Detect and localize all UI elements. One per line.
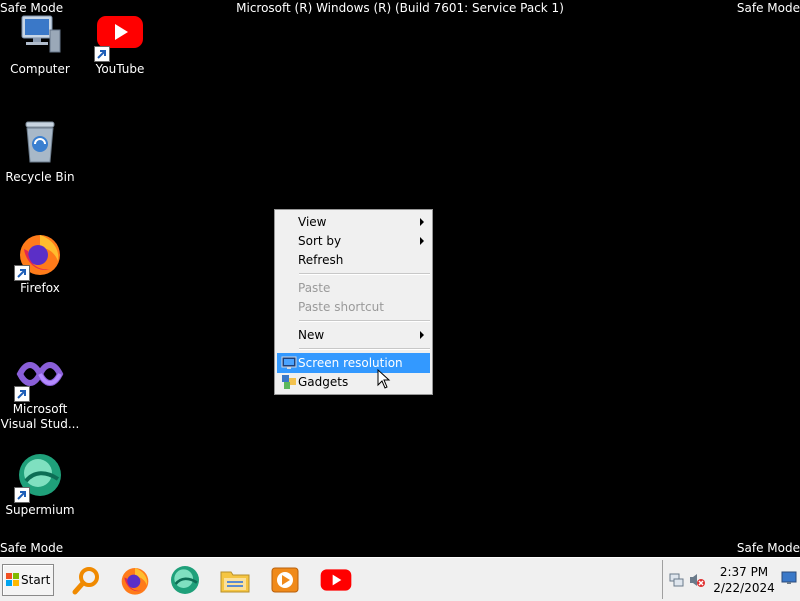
menu-item-new[interactable]: New	[277, 325, 430, 345]
show-desktop-icon[interactable]	[781, 570, 797, 586]
desktop-icon-label-line: Microsoft	[12, 402, 68, 416]
desktop-icon-label: Supermium	[5, 503, 75, 517]
menu-separator	[299, 273, 430, 275]
submenu-arrow-icon	[420, 237, 424, 245]
windows-flag-icon	[6, 573, 20, 590]
network-icon[interactable]	[669, 572, 685, 588]
file-explorer-icon	[220, 571, 250, 593]
desktop-icon-label: Recycle Bin	[5, 170, 75, 184]
start-label: Start	[21, 573, 51, 587]
desktop-icon-firefox[interactable]: Firefox	[0, 229, 80, 296]
gadgets-icon	[281, 374, 297, 390]
desktop-context-menu: View Sort by Refresh Paste Paste shortcu…	[274, 209, 433, 395]
supermium-icon	[171, 566, 199, 594]
taskbar-clock[interactable]: 2:37 PM 2/22/2024	[707, 564, 781, 596]
taskbar-media-player[interactable]	[269, 564, 301, 596]
desktop-icon-youtube[interactable]: YouTube	[80, 10, 160, 77]
taskbar-search-magnifier[interactable]	[71, 564, 103, 596]
submenu-arrow-icon	[420, 218, 424, 226]
taskbar-supermium[interactable]	[169, 564, 201, 596]
menu-item-paste[interactable]: Paste	[277, 278, 430, 298]
desktop-icon-computer[interactable]: Computer	[0, 10, 80, 77]
mouse-cursor-icon	[377, 368, 391, 393]
menu-item-label: Gadgets	[298, 375, 349, 389]
menu-item-gadgets[interactable]: Gadgets	[277, 372, 430, 392]
shortcut-arrow-icon	[94, 46, 110, 62]
clock-date: 2/22/2024	[713, 581, 775, 595]
taskbar-file-explorer[interactable]	[219, 564, 251, 596]
shortcut-arrow-icon	[14, 265, 30, 281]
desktop-icon-label: YouTube	[95, 62, 145, 76]
computer-icon	[16, 10, 64, 58]
menu-item-paste-shortcut[interactable]: Paste shortcut	[277, 297, 430, 317]
menu-item-sort-by[interactable]: Sort by	[277, 231, 430, 251]
visual-studio-icon	[14, 350, 64, 402]
menu-separator	[299, 348, 430, 350]
menu-item-label: View	[298, 215, 327, 229]
menu-item-label: New	[298, 328, 325, 342]
start-button[interactable]: Start	[2, 564, 54, 596]
desktop-icon-visual-studio[interactable]: Microsoft Visual Stud...	[0, 350, 80, 432]
desktop-icon-supermium[interactable]: Supermium	[0, 451, 80, 518]
firefox-icon	[14, 229, 64, 281]
menu-item-refresh[interactable]: Refresh	[277, 250, 430, 270]
clock-time: 2:37 PM	[719, 565, 769, 579]
system-tray: 2:37 PM 2/22/2024	[662, 560, 800, 599]
volume-muted-icon[interactable]	[689, 572, 705, 588]
menu-item-label: Paste	[298, 281, 331, 295]
taskbar: Start 2:37 PM 2/22/2024	[0, 557, 800, 601]
submenu-arrow-icon	[420, 331, 424, 339]
menu-item-label: Paste shortcut	[298, 300, 384, 314]
taskbar-youtube[interactable]	[319, 564, 352, 596]
youtube-icon	[320, 569, 352, 591]
search-magnifier-icon	[72, 567, 99, 595]
menu-item-label: Sort by	[298, 234, 342, 248]
desktop-icon-label: Microsoft Visual Stud...	[0, 402, 80, 432]
menu-item-screen-resolution[interactable]: Screen resolution	[277, 353, 430, 373]
safe-mode-label-bottom-left: Safe Mode	[0, 541, 64, 555]
safe-mode-label-top-right: Safe Mode	[736, 1, 800, 15]
display-icon	[281, 355, 297, 371]
supermium-icon	[14, 451, 64, 503]
desktop-icon-label-line: Visual Stud...	[0, 417, 80, 431]
shortcut-arrow-icon	[14, 386, 30, 402]
media-player-icon	[271, 567, 299, 593]
recycle-bin-icon	[16, 118, 64, 166]
firefox-icon	[121, 568, 149, 595]
menu-item-view[interactable]: View	[277, 212, 430, 232]
desktop-icon-label: Firefox	[20, 281, 60, 295]
menu-separator	[299, 320, 430, 322]
shortcut-arrow-icon	[14, 487, 30, 503]
desktop-icon-label: Computer	[10, 62, 70, 76]
safe-mode-label-bottom-right: Safe Mode	[736, 541, 800, 555]
menu-item-label: Refresh	[298, 253, 344, 267]
taskbar-firefox[interactable]	[119, 564, 151, 596]
youtube-icon	[94, 10, 144, 62]
desktop-icon-recycle-bin[interactable]: Recycle Bin	[0, 118, 80, 185]
